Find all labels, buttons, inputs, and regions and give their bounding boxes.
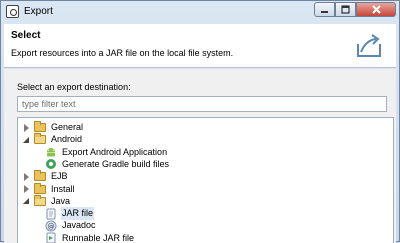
folder-icon — [34, 182, 46, 194]
folder-icon — [34, 170, 46, 182]
tree-item-label: General — [51, 122, 84, 132]
jar-icon — [45, 208, 57, 220]
tree-item-label: Generate Gradle build files — [62, 158, 170, 169]
maximize-icon — [341, 5, 350, 14]
svg-text:@: @ — [48, 222, 55, 230]
tree-item-label: Javadoc — [62, 220, 96, 231]
tree-item-label: JAR file — [61, 207, 95, 221]
collapse-arrow-icon[interactable] — [22, 123, 30, 132]
export-dialog: Export Select Export resources into a JA… — [0, 0, 400, 243]
collapse-arrow-icon[interactable] — [22, 172, 30, 181]
close-icon — [371, 5, 381, 14]
destination-label: Select an export destination: — [17, 82, 131, 92]
wizard-banner: Select Export resources into a JAR file … — [4, 24, 396, 68]
folder-icon — [34, 194, 46, 206]
filter-input[interactable] — [17, 96, 387, 112]
tree-item-export-android-application[interactable]: Export Android Application — [45, 146, 168, 159]
gradle-icon — [45, 158, 57, 170]
tree-item-ejb[interactable]: EJB — [22, 170, 69, 183]
tree-item-install[interactable]: Install — [22, 182, 76, 196]
minimize-button[interactable] — [314, 2, 335, 17]
page-title: Select — [11, 30, 41, 41]
tree-item-label: Runnable JAR file — [62, 232, 135, 243]
tree-item-java[interactable]: Java — [22, 194, 71, 208]
tree-item-runnable-jar-file[interactable]: Runnable JAR file — [45, 232, 135, 243]
tree-item-label: Android — [51, 134, 83, 145]
tree-item-general[interactable]: General — [22, 121, 84, 134]
maximize-button[interactable] — [335, 2, 356, 17]
tree-item-generate-gradle-build-files[interactable]: Generate Gradle build files — [45, 158, 170, 171]
minimize-icon — [321, 11, 328, 13]
folder-icon — [34, 133, 46, 145]
title-bar: Export — [1, 1, 399, 23]
expand-arrow-icon[interactable] — [22, 136, 30, 144]
tree-item-label: Export Android Application — [62, 146, 168, 157]
close-button[interactable] — [356, 2, 396, 17]
runnable-jar-icon — [45, 232, 57, 243]
tree-item-label: Java — [51, 195, 71, 206]
expand-arrow-icon[interactable] — [22, 197, 30, 205]
window-title: Export — [24, 6, 53, 17]
window-controls — [314, 2, 396, 17]
javadoc-icon: @ — [45, 220, 57, 232]
android-icon — [45, 146, 57, 158]
collapse-arrow-icon[interactable] — [22, 185, 30, 193]
tree-item-javadoc[interactable]: @ Javadoc — [45, 219, 97, 232]
page-description: Export resources into a JAR file on the … — [11, 48, 234, 58]
export-icon — [357, 34, 381, 57]
tree-item-label: Install — [51, 183, 75, 194]
export-destination-tree: General Android Export Android Application… — [17, 117, 394, 243]
tree-item-android[interactable]: Android — [22, 133, 83, 146]
tree-item-jar-file[interactable]: JAR file — [45, 207, 95, 221]
tree-item-label: EJB — [51, 171, 68, 182]
folder-icon — [34, 121, 46, 132]
wizard-content: Select an export destination: General And… — [4, 69, 396, 243]
app-icon — [6, 5, 19, 18]
